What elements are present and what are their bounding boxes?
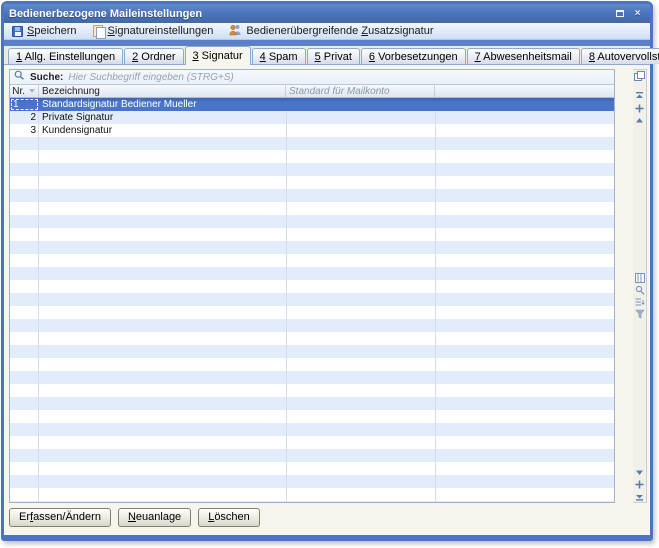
button-bar: Erfassen/Ändern Neuanlage Löschen: [9, 508, 260, 527]
search-input[interactable]: Hier Suchbegriff eingeben (STRG+S): [68, 72, 233, 83]
row-standard: [286, 124, 435, 137]
maximize-icon: [616, 10, 624, 17]
row-bezeichnung: Standardsignatur Bediener Mueller: [39, 98, 286, 111]
column-separator: [435, 98, 436, 502]
app-window: Bedienerbezogene Maileinstellungen × Spe…: [1, 1, 653, 541]
search-bar[interactable]: Suche: Hier Suchbegriff eingeben (STRG+S…: [10, 70, 614, 85]
scroll-last-icon[interactable]: [634, 490, 646, 502]
tab-ordner[interactable]: 2 Ordner: [124, 48, 183, 64]
row-bezeichnung: Kundensignatur: [39, 124, 286, 137]
signature-settings-button[interactable]: Signatureinstellungen: [93, 25, 214, 37]
save-button[interactable]: Speichern: [12, 25, 77, 37]
tab-strip: 1 Allg. Einstellungen 2 Ordner 3 Signatu…: [4, 46, 650, 65]
tab-vorbesetzungen[interactable]: 6 Vorbesetzungen: [361, 48, 466, 64]
tab-spam[interactable]: 4 Spam: [252, 48, 306, 64]
scroll-page-up-icon[interactable]: [634, 102, 646, 114]
column-header-bezeichnung[interactable]: Bezeichnung: [39, 85, 286, 97]
global-extra-signature-button[interactable]: Bedienerübergreifende Zusatzsignatur: [229, 24, 433, 39]
tab-signatur[interactable]: 3 Signatur: [185, 46, 251, 65]
table-row[interactable]: 2 Private Signatur: [10, 111, 614, 124]
global-extra-signature-label: Bedienerübergreifende Zusatzsignatur: [246, 25, 433, 37]
scroll-down-icon[interactable]: [634, 466, 646, 478]
neuanlage-button[interactable]: Neuanlage: [118, 508, 191, 527]
sort-desc-icon: [29, 89, 35, 93]
column-chooser-icon[interactable]: [634, 70, 646, 82]
title-bar: Bedienerbezogene Maileinstellungen ×: [4, 4, 650, 23]
row-nr: 2: [10, 111, 39, 124]
card-view-icon[interactable]: [634, 272, 646, 284]
search-icon: [14, 70, 25, 84]
sort-icon[interactable]: [634, 296, 646, 308]
loeschen-button[interactable]: Löschen: [198, 508, 260, 527]
scroll-page-down-icon[interactable]: [634, 478, 646, 490]
row-nr: 1: [10, 98, 39, 111]
tab-abwesenheitsmail[interactable]: 7 Abwesenheitsmail: [467, 48, 580, 64]
toolbar: Speichern Signatureinstellungen Bediener…: [4, 23, 650, 40]
row-bezeichnung: Private Signatur: [39, 111, 286, 124]
signature-settings-label: Signatureinstellungen: [108, 25, 214, 37]
column-separator: [286, 98, 287, 502]
scroll-first-icon[interactable]: [634, 90, 646, 102]
tab-page-signatur: Suche: Hier Suchbegriff eingeben (STRG+S…: [4, 65, 650, 535]
column-header-nr[interactable]: Nr.: [10, 85, 39, 97]
signature-pages-icon: [93, 25, 104, 37]
erfassen-aendern-button[interactable]: Erfassen/Ändern: [9, 508, 111, 527]
screen: Bedienerbezogene Maileinstellungen × Spe…: [0, 0, 659, 548]
signature-grid: Suche: Hier Suchbegriff eingeben (STRG+S…: [9, 69, 615, 503]
grid-side-toolbar: [633, 69, 647, 503]
close-button[interactable]: ×: [630, 7, 645, 20]
maximize-button[interactable]: [612, 7, 627, 20]
grid-header: Nr. Bezeichnung Standard für Mailkonto: [10, 85, 614, 98]
row-standard: [286, 98, 435, 111]
grid-body: 1 Standardsignatur Bediener Mueller 2 Pr…: [10, 98, 614, 502]
table-row[interactable]: 1 Standardsignatur Bediener Mueller: [10, 98, 614, 111]
filter-icon[interactable]: [634, 308, 646, 320]
save-icon: [12, 26, 23, 37]
tab-autovervollstaendigung[interactable]: 8 Autovervollständigung: [581, 48, 659, 64]
scroll-up-icon[interactable]: [634, 114, 646, 126]
column-separator: [38, 98, 39, 502]
table-row[interactable]: 3 Kundensignatur: [10, 124, 614, 137]
window-title: Bedienerbezogene Maileinstellungen: [9, 8, 202, 20]
tab-allg-einstellungen[interactable]: 1 Allg. Einstellungen: [8, 48, 123, 64]
tab-privat[interactable]: 5 Privat: [307, 48, 360, 64]
close-icon: ×: [635, 8, 641, 19]
column-header-standard[interactable]: Standard für Mailkonto: [286, 85, 435, 97]
row-standard: [286, 111, 435, 124]
save-label: Speichern: [27, 25, 77, 37]
users-icon: [229, 24, 242, 39]
search-label: Suche:: [30, 72, 63, 83]
row-nr: 3: [10, 124, 39, 137]
column-header-empty[interactable]: [435, 85, 614, 97]
search-panel-icon[interactable]: [634, 284, 646, 296]
